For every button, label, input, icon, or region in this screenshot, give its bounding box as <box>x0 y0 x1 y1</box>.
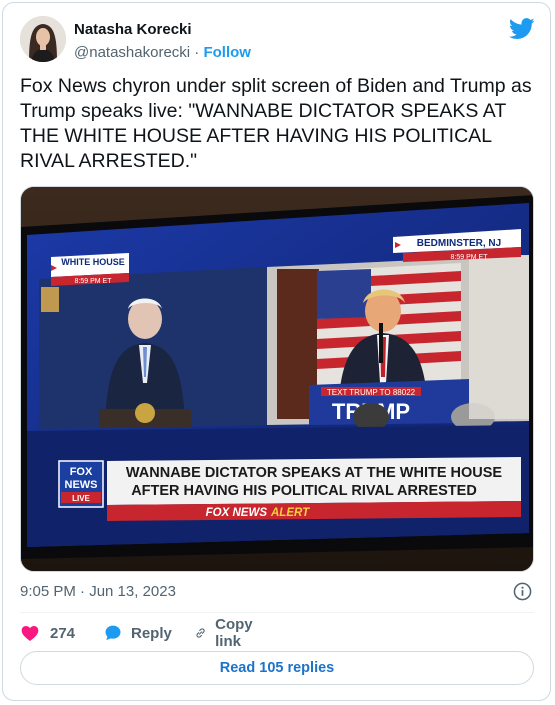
right-time-label: 8:59 PM ET <box>451 254 489 261</box>
tweet-text: Fox News chyron under split screen of Bi… <box>20 75 532 172</box>
follow-button[interactable]: Follow <box>203 44 251 61</box>
read-replies-button[interactable]: Read 105 replies <box>20 651 534 685</box>
tweet-timestamp[interactable]: 9:05 PM · Jun 13, 2023 <box>20 583 176 600</box>
author-avatar[interactable] <box>20 16 66 62</box>
copy-link-label: Copy link <box>215 616 253 650</box>
reply-bubble-icon <box>105 625 121 641</box>
reply-label: Reply <box>131 624 172 642</box>
divider <box>20 612 534 613</box>
right-location-label: BEDMINSTER, NJ <box>417 238 501 249</box>
like-button[interactable]: 274 <box>20 622 75 644</box>
fox-logo-line3: LIVE <box>72 494 90 503</box>
link-icon <box>196 628 205 638</box>
author-handle-line: @natashakorecki · Follow <box>74 44 251 61</box>
alert-word: ALERT <box>270 507 310 519</box>
info-icon[interactable] <box>513 582 532 601</box>
tv-screen-photo: TEXT TRUMP TO 88022 TRUMP WHITE HOUSE 8:… <box>21 187 533 571</box>
author-handle[interactable]: @natashakorecki <box>74 44 190 61</box>
tweet-photo[interactable]: TEXT TRUMP TO 88022 TRUMP WHITE HOUSE 8:… <box>20 186 534 572</box>
alert-prefix: FOX NEWS <box>206 507 268 519</box>
podium-sign-top: TEXT TRUMP TO 88022 <box>327 388 416 397</box>
copy-link-button[interactable]: Copy link <box>194 616 260 650</box>
fox-logo-line2: NEWS <box>65 479 98 491</box>
reply-button[interactable]: Reply <box>103 622 172 644</box>
left-location-label: WHITE HOUSE <box>61 257 125 267</box>
author-name[interactable]: Natasha Korecki <box>74 21 192 38</box>
chyron-line1: WANNABE DICTATOR SPEAKS AT THE WHITE HOU… <box>126 465 503 481</box>
fox-logo-line1: FOX <box>70 466 93 478</box>
chyron-line2: AFTER HAVING HIS POLITICAL RIVAL ARRESTE… <box>131 483 477 499</box>
left-time-label: 8:59 PM ET <box>75 278 113 285</box>
twitter-bird-icon[interactable] <box>509 18 535 40</box>
like-count: 274 <box>50 624 76 642</box>
heart-icon <box>21 626 39 641</box>
handle-separator: · <box>194 44 200 61</box>
